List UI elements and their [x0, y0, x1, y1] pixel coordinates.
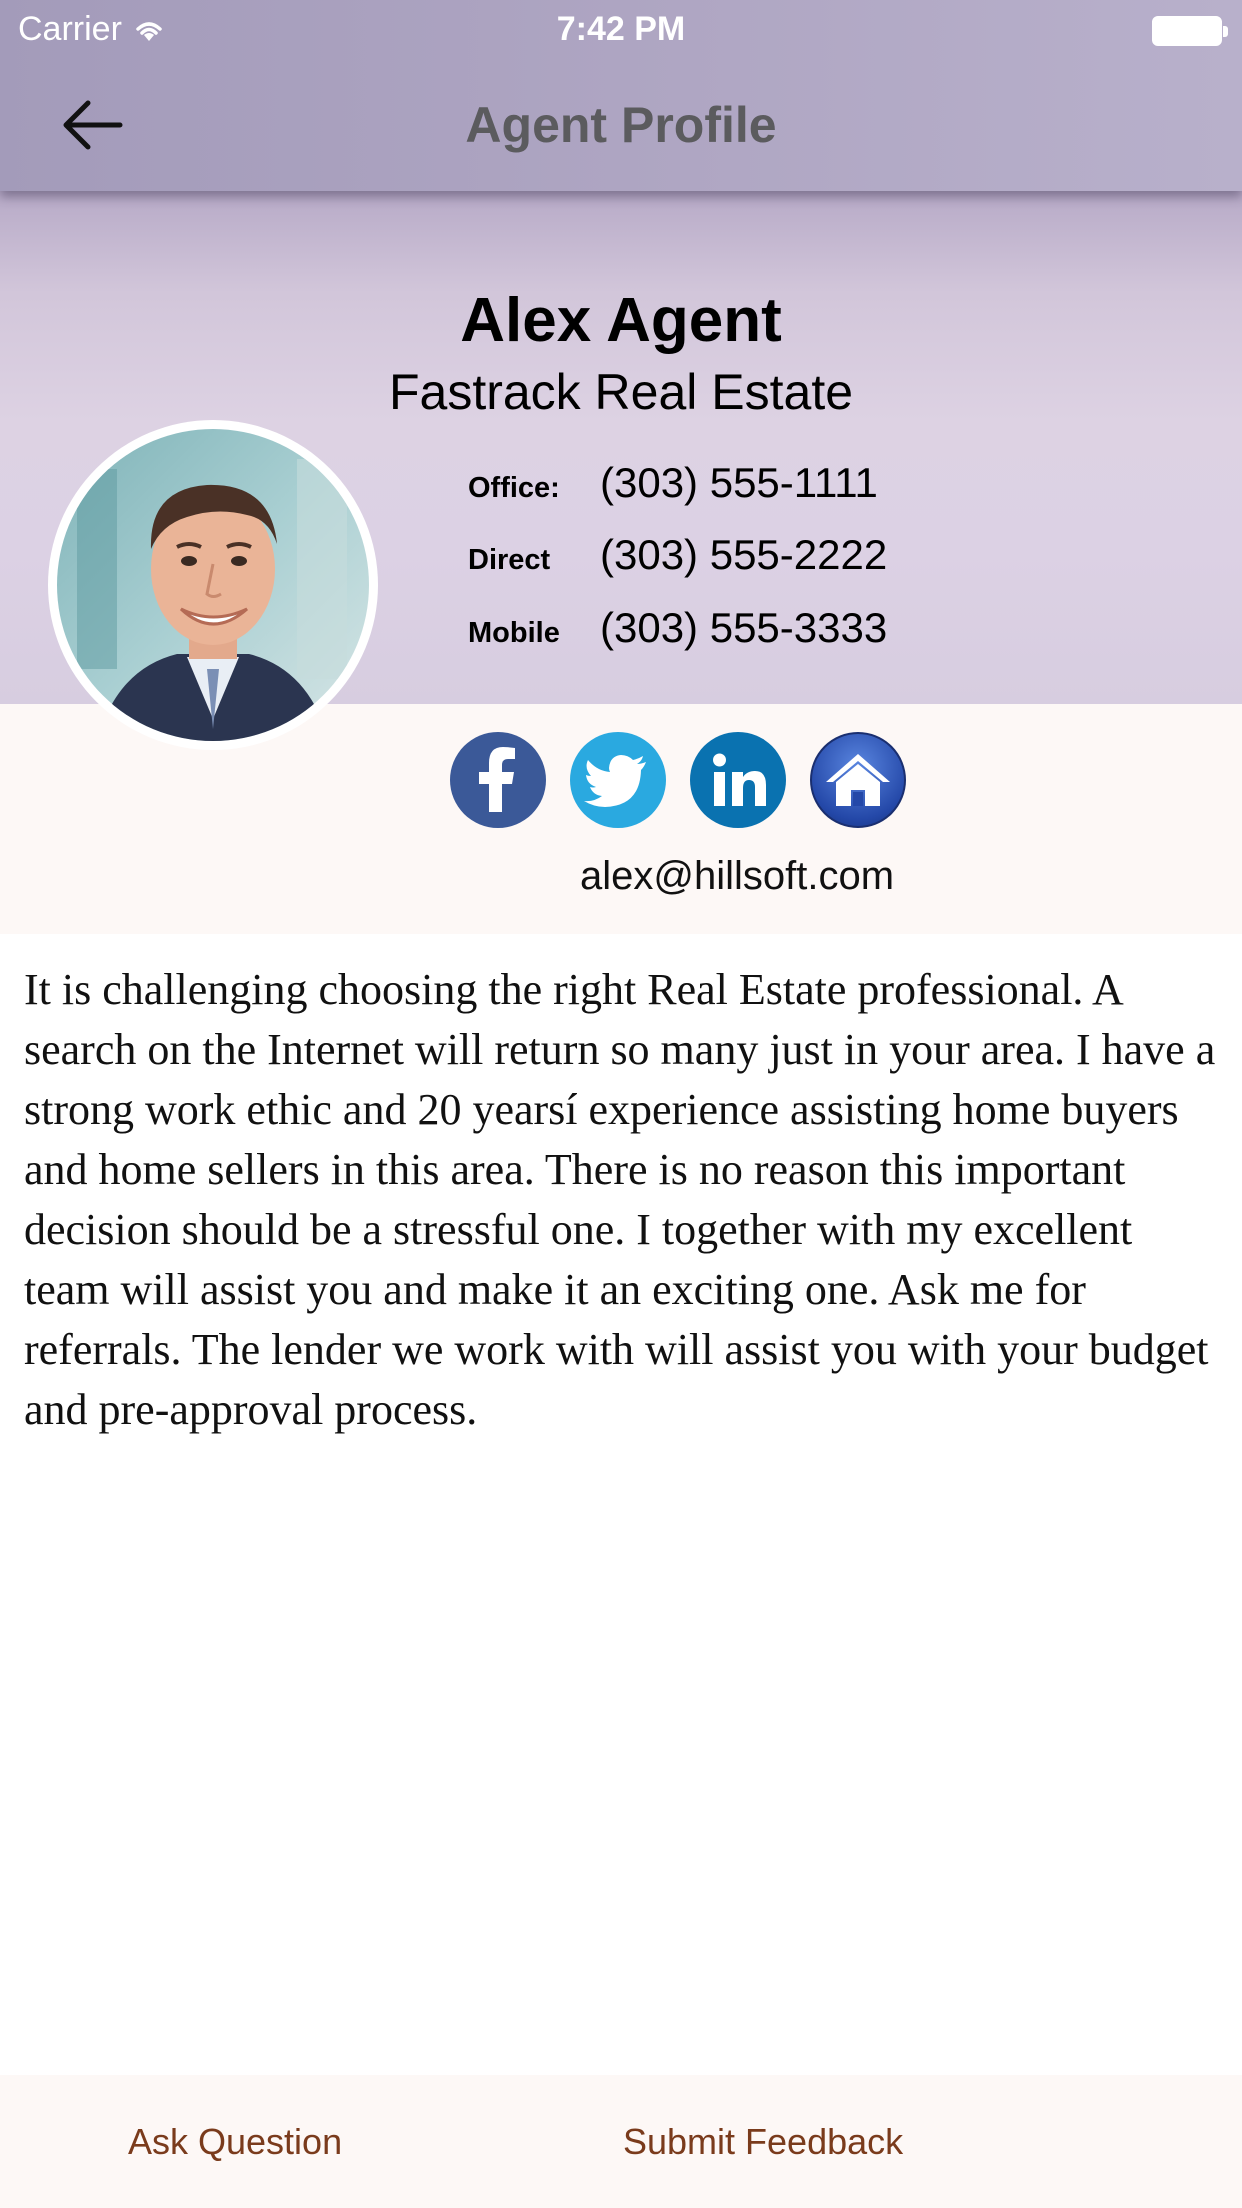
phone-value[interactable]: (303) 555-1111 — [600, 459, 878, 507]
agent-company: Fastrack Real Estate — [388, 364, 854, 420]
submit-feedback-button[interactable]: Submit Feedback — [623, 2121, 903, 2163]
phone-row-direct[interactable]: Direct (303) 555-2222 — [468, 531, 887, 579]
battery-icon — [1152, 16, 1228, 46]
facebook-icon — [479, 747, 515, 812]
agent-bio: It is challenging choosing the right Rea… — [24, 965, 1216, 1434]
avatar — [48, 420, 378, 750]
phone-value[interactable]: (303) 555-3333 — [600, 604, 887, 652]
social-links — [450, 732, 906, 828]
phone-label: Office: — [468, 472, 560, 504]
phone-label: Mobile — [468, 617, 560, 649]
linkedin-button[interactable] — [690, 732, 786, 828]
twitter-button[interactable] — [570, 732, 666, 828]
nav-bar: Agent Profile — [0, 60, 1242, 191]
home-icon — [826, 754, 890, 806]
phone-value[interactable]: (303) 555-2222 — [600, 531, 887, 579]
page-title: Agent Profile — [465, 97, 777, 153]
bottom-action-bar: Ask Question Submit Feedback — [0, 2075, 1242, 2208]
status-bar: Carrier 7:42 PM — [0, 0, 1242, 60]
status-time: 7:42 PM — [556, 10, 686, 48]
website-button[interactable] — [810, 732, 906, 828]
ask-question-button[interactable]: Ask Question — [128, 2121, 342, 2163]
email-link[interactable]: alex@hillsoft.com — [580, 854, 894, 899]
agent-name: Alex Agent — [460, 286, 782, 355]
phone-row-mobile[interactable]: Mobile (303) 555-3333 — [468, 604, 887, 652]
phone-row-office[interactable]: Office: (303) 555-1111 — [468, 459, 878, 507]
facebook-button[interactable] — [450, 732, 546, 828]
navigation-header: Carrier 7:42 PM Agent Profile — [0, 0, 1242, 191]
agent-photo — [57, 429, 369, 741]
linkedin-icon — [713, 753, 766, 806]
twitter-icon — [584, 755, 646, 807]
phone-label: Direct — [468, 544, 551, 576]
